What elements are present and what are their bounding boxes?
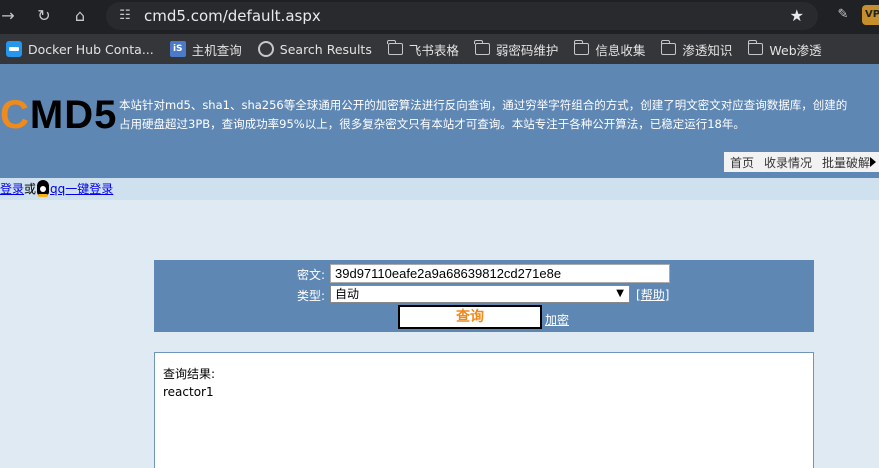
qq-login-link[interactable]: qq一键登录	[50, 182, 113, 196]
top-nav: 首页 收录情况 批量破解	[724, 152, 879, 172]
type-label: 类型:	[297, 289, 326, 303]
bookmark-star-icon[interactable]: ★	[790, 2, 804, 30]
result-box: 查询结果: reactor1	[154, 352, 814, 468]
folder-icon	[747, 40, 764, 55]
browser-toolbar: → ↻ ⌂ ☷ cmd5.com/default.aspx ★ ✎ VP	[0, 0, 879, 34]
bookmark-label: Search Results	[279, 41, 372, 57]
is-icon: iS	[169, 41, 186, 57]
folder-icon	[573, 40, 590, 55]
extension-icon[interactable]: ✎	[832, 4, 854, 26]
bookmark-folder-web-pentest[interactable]: Web渗透	[747, 40, 822, 59]
folder-icon	[387, 40, 403, 55]
query-button[interactable]: 查询	[398, 305, 542, 329]
bookmark-label: 信息收集	[595, 42, 646, 58]
nav-coverage[interactable]: 收录情况	[764, 154, 812, 171]
bookmark-search-results[interactable]: Search Results	[257, 41, 372, 57]
help-link[interactable]: 帮助	[641, 288, 665, 302]
encrypt-link[interactable]: 加密	[545, 311, 569, 328]
address-bar[interactable]: ☷ cmd5.com/default.aspx ★	[106, 2, 818, 30]
nav-batch-crack[interactable]: 批量破解	[822, 154, 870, 171]
home-icon[interactable]: ⌂	[66, 2, 94, 30]
type-select[interactable]: 自动 ▼	[330, 285, 630, 303]
or-text: 或	[24, 182, 37, 196]
bookmark-label: 弱密码维护	[495, 42, 559, 58]
bookmark-docker-hub[interactable]: Docker Hub Conta...	[6, 41, 154, 57]
bookmark-label: 飞书表格	[408, 42, 459, 58]
login-link[interactable]: 登录	[0, 182, 24, 196]
result-value: reactor1	[163, 385, 214, 399]
bookmark-folder-pentest-knowledge[interactable]: 渗透知识	[660, 40, 733, 59]
vpn-extension-icon[interactable]: VP	[862, 5, 879, 25]
nav-home[interactable]: 首页	[730, 154, 754, 171]
bookmark-host-query[interactable]: iS 主机查询	[169, 40, 242, 59]
result-label: 查询结果:	[163, 367, 216, 381]
intro-line: 占用硬盘超过3PB，查询成功率95%以上，很多复杂密文只有本站才可查询。本站专注…	[119, 117, 745, 131]
folder-icon	[474, 40, 490, 55]
bookmark-folder-feishu[interactable]: 飞书表格	[387, 40, 459, 59]
folder-icon	[660, 40, 677, 55]
bookmark-label: Web渗透	[769, 42, 822, 58]
help-link-group: [帮助]	[636, 288, 670, 302]
qq-penguin-icon	[37, 180, 50, 197]
site-intro: 本站针对md5、sha1、sha256等全球通用公开的加密算法进行反向查询，通过…	[119, 96, 879, 134]
bookmark-label: 主机查询	[191, 42, 242, 58]
site-logo[interactable]: CMD5	[0, 94, 117, 136]
reload-icon[interactable]: ↻	[30, 2, 58, 30]
forward-icon[interactable]: →	[0, 2, 22, 30]
bookmarks-bar: Docker Hub Conta... iS 主机查询 Search Resul…	[0, 34, 879, 64]
cipher-input[interactable]: 39d97110eafe2a9a68639812cd271e8e	[330, 264, 670, 283]
bookmark-folder-weak-password[interactable]: 弱密码维护	[474, 40, 559, 59]
url-text[interactable]: cmd5.com/default.aspx	[144, 2, 321, 30]
docker-icon	[6, 41, 22, 57]
chevron-down-icon: ▼	[616, 288, 624, 299]
site-info-icon[interactable]: ☷	[116, 2, 134, 30]
type-selected-value: 自动	[335, 287, 360, 301]
bookmark-folder-info-gathering[interactable]: 信息收集	[573, 40, 646, 59]
globe-icon	[257, 41, 274, 57]
cipher-label: 密文:	[297, 268, 326, 282]
bookmark-label: Docker Hub Conta...	[28, 41, 154, 57]
login-bar: 登录或 qq一键登录	[0, 178, 879, 200]
query-panel: 密文: 39d97110eafe2a9a68639812cd271e8e 类型:…	[154, 260, 814, 332]
nav-more-arrow-icon[interactable]	[870, 157, 876, 167]
intro-line: 本站针对md5、sha1、sha256等全球通用公开的加密算法进行反向查询，通过…	[119, 98, 848, 112]
bookmark-label: 渗透知识	[682, 42, 733, 58]
